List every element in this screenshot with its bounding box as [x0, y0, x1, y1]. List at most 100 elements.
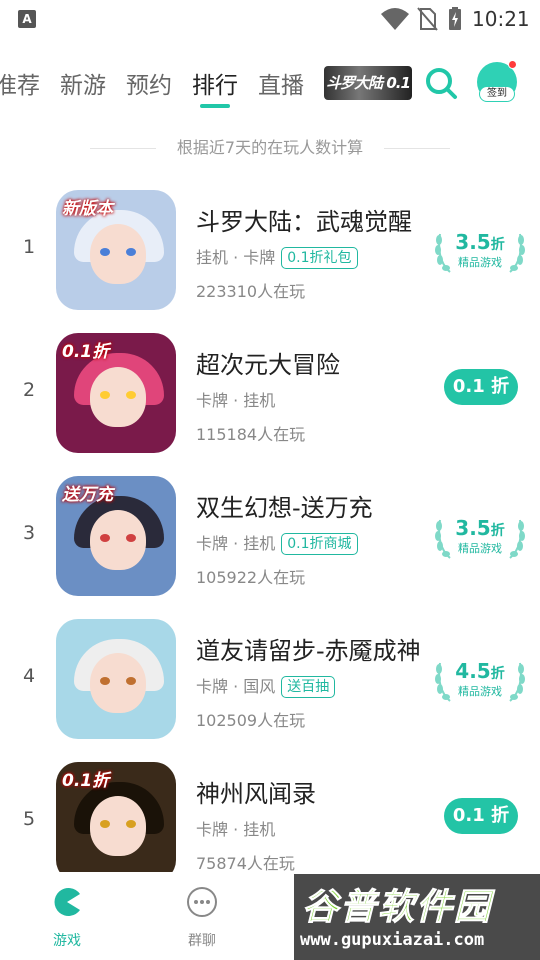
watermark: 谷普软件园 www.gupuxiazai.com: [294, 874, 540, 960]
discount-subtitle: 精品游戏: [458, 685, 502, 698]
game-icon-tag: 0.1折: [62, 342, 110, 362]
game-icon-tag: 送万充: [62, 485, 113, 505]
game-icon-eye-left: [100, 391, 110, 399]
ranking-note: 根据近7天的在玩人数计算: [0, 136, 540, 160]
game-icon-eye-right: [126, 677, 136, 685]
ranking-note-text: 根据近7天的在玩人数计算: [176, 138, 364, 157]
discount-unit: 折: [490, 666, 505, 682]
game-categories: 卡牌 · 挂机: [196, 387, 275, 411]
game-icon[interactable]: [56, 619, 176, 739]
game-icon-face: [90, 367, 146, 427]
game-row[interactable]: 3 送万充 双生幻想-送万充 卡牌 · 挂机 0.1折商城 105922人在玩 3.5…: [0, 472, 540, 602]
game-icon-face: [90, 224, 146, 284]
status-bar: A 10:21: [0, 0, 540, 40]
app-notification-icon: A: [18, 10, 36, 28]
game-title[interactable]: 斗罗大陆：武魂觉醒: [196, 202, 412, 237]
game-row[interactable]: 4 道友请留步-赤魇成神 卡牌 · 国风 送百抽 102509人在玩 4.5折 精品游…: [0, 615, 540, 745]
rank-number: 1: [22, 236, 36, 258]
tab-ranking[interactable]: 排行: [192, 66, 238, 100]
game-category-text: 卡牌 · 国风: [196, 677, 276, 696]
game-icon-eye-right: [126, 534, 136, 542]
game-icon-eye-left: [100, 820, 110, 828]
promo-chip: 0.1折商城: [281, 533, 358, 555]
game-title[interactable]: 道友请留步-赤魇成神: [196, 631, 421, 666]
watermark-url: www.gupuxiazai.com: [300, 930, 485, 950]
rank-number: 2: [22, 379, 36, 401]
player-count: 102509人在玩: [196, 711, 306, 730]
game-title[interactable]: 超次元大冒险: [196, 345, 340, 380]
promo-banner-tab[interactable]: 斗罗大陆 0.1: [324, 66, 412, 100]
wifi-icon: [381, 8, 409, 30]
watermark-title: 谷普软件园: [301, 887, 493, 929]
discount-subtitle: 精品游戏: [458, 542, 502, 555]
discount-pill-button[interactable]: 0.1 折: [444, 369, 518, 405]
sign-in-label: 签到: [479, 86, 515, 102]
game-icon[interactable]: 0.1折: [56, 333, 176, 453]
nav-games-label: 游戏: [53, 933, 81, 949]
game-icon-face: [90, 796, 146, 856]
pacman-icon: [54, 888, 80, 916]
search-icon[interactable]: [424, 66, 458, 100]
notification-dot: [508, 60, 517, 69]
discount-number: 4.5: [455, 659, 491, 683]
battery-charging-icon: [449, 7, 461, 30]
game-title[interactable]: 神州风闻录: [196, 774, 316, 809]
discount-unit: 折: [491, 376, 510, 397]
tab-recommend[interactable]: 准荐: [0, 66, 40, 100]
game-icon-eye-right: [126, 248, 136, 256]
game-icon-face: [90, 653, 146, 713]
tab-reservations[interactable]: 预约: [126, 66, 172, 100]
sign-in-button[interactable]: 签到: [477, 60, 517, 102]
tab-new-games[interactable]: 新游: [60, 66, 106, 100]
game-categories: 卡牌 · 国风 送百抽: [196, 673, 336, 698]
game-category-text: 挂机 · 卡牌: [196, 248, 276, 267]
divider-right: [384, 148, 450, 149]
nav-group-chat-label: 群聊: [188, 933, 216, 949]
rank-number: 5: [22, 808, 36, 830]
tab-live[interactable]: 直播: [258, 66, 304, 100]
discount-value: 3.5折: [434, 516, 526, 540]
game-icon[interactable]: 0.1折: [56, 762, 176, 882]
game-icon[interactable]: 新版本: [56, 190, 176, 310]
divider-left: [90, 148, 156, 149]
game-categories: 挂机 · 卡牌 0.1折礼包: [196, 244, 358, 269]
game-categories: 卡牌 · 挂机 0.1折商城: [196, 530, 358, 555]
discount-number: 3.5: [455, 516, 491, 540]
game-row[interactable]: 1 新版本 斗罗大陆：武魂觉醒挂机 · 卡牌 0.1折礼包 223310人在玩 3.…: [0, 186, 540, 316]
game-icon-eye-left: [100, 248, 110, 256]
game-icon-face: [90, 510, 146, 570]
game-icon-eye-right: [126, 391, 136, 399]
player-count: 223310人在玩: [196, 282, 306, 301]
game-icon-eye-right: [126, 820, 136, 828]
game-category-text: 卡牌 · 挂机: [196, 391, 276, 410]
nav-group-chat[interactable]: 群聊: [162, 886, 242, 950]
nav-games[interactable]: 游戏: [27, 886, 107, 950]
discount-pill-button[interactable]: 0.1 折: [444, 798, 518, 834]
game-category-text: 卡牌 · 挂机: [196, 820, 276, 839]
game-categories: 卡牌 · 挂机: [196, 816, 275, 840]
game-title[interactable]: 双生幻想-送万充: [196, 488, 373, 523]
active-tab-indicator: [200, 104, 230, 108]
game-icon-eye-left: [100, 677, 110, 685]
promo-chip: 送百抽: [281, 676, 336, 698]
player-count: 75874人在玩: [196, 854, 295, 873]
game-category-text: 卡牌 · 挂机: [196, 534, 276, 553]
discount-number: 0.1: [452, 805, 485, 826]
game-row[interactable]: 2 0.1折 超次元大冒险 卡牌 · 挂机 115184人在玩 0.1 折: [0, 329, 540, 459]
discount-unit: 折: [490, 523, 505, 539]
discount-number: 0.1: [452, 376, 485, 397]
discount-badge: 3.5折 精品游戏: [434, 228, 526, 274]
game-row[interactable]: 5 0.1折 神州风闻录 卡牌 · 挂机 75874人在玩 0.1 折: [0, 758, 540, 888]
player-count: 115184人在玩: [196, 425, 306, 444]
game-icon-eye-left: [100, 534, 110, 542]
game-icon-tag: 0.1折: [62, 771, 110, 791]
discount-unit: 折: [491, 805, 510, 826]
rank-number: 3: [22, 522, 36, 544]
game-icon[interactable]: 送万充: [56, 476, 176, 596]
clock: 10:21: [472, 7, 530, 31]
discount-unit: 折: [490, 237, 505, 253]
promo-chip: 0.1折礼包: [281, 247, 358, 269]
no-sim-icon: [417, 7, 438, 31]
discount-badge: 3.5折 精品游戏: [434, 514, 526, 560]
discount-value: 3.5折: [434, 230, 526, 254]
